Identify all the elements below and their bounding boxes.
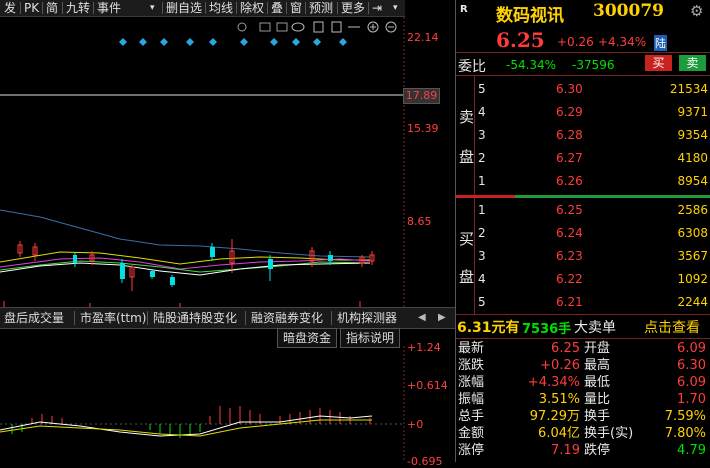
indicator-axis-2: +0.614 [407,379,448,392]
lock-icon[interactable] [276,22,288,32]
tab-scroll-left-icon[interactable]: ◀ [418,308,426,328]
settings-gear-icon[interactable]: ⚙ [690,2,703,20]
buy-level-5[interactable]: 5 6.21 2244 [456,291,710,313]
save-icon[interactable] [331,21,342,33]
buy-level-4[interactable]: 4 6.22 1092 [456,268,710,290]
latest-price: 6.25 [496,28,545,52]
tab-institution-detector[interactable]: 机构探测器 [337,308,397,328]
sell-level-1[interactable]: 1 6.26 8954 [456,170,710,192]
quote-row-amplitude: 振幅 3.51% 量比 1.70 [458,392,706,407]
stock-code: 300079 [593,1,664,21]
quote-panel: R 数码视讯 300079 ⚙ 6.25 +0.26 +4.34% 陆 委比 -… [456,0,710,462]
quote-row-turnover: 金额 6.04亿 换手(实) 7.80% [458,426,706,441]
toolbar-remove-favorite[interactable]: 删自选 [166,0,202,16]
toolbar-ex-rights[interactable]: 除权 [240,0,264,16]
toolbar-expand-icon[interactable]: ⇥ [372,0,382,16]
sell-level-3[interactable]: 3 6.28 9354 [456,124,710,146]
quote-row-limit: 涨停 7.19 跌停 4.79 [458,443,706,458]
chart-controls[interactable] [237,21,397,33]
view-big-order-link[interactable]: 点击查看 [644,317,700,337]
sell-button[interactable]: 卖 [679,55,706,71]
toolbar-simple[interactable]: 简 [46,0,58,16]
price-axis: 22.14 15.39 8.65 +1.24 +0.614 +0 -0.695 [405,17,455,468]
dark-pool-capital-button[interactable]: 暗盘资金 [277,328,337,348]
big-order-lots: 7536手 [522,322,572,337]
buy-level-2[interactable]: 2 6.24 6308 [456,222,710,244]
toolbar-more[interactable]: 更多 [341,0,365,16]
axis-label-top: 22.14 [407,31,439,44]
indicator-chart[interactable] [0,346,405,462]
buy-level-3[interactable]: 3 6.23 3567 [456,245,710,267]
axis-label-low: 8.65 [407,215,432,228]
kline-chart[interactable] [0,17,405,307]
chart-toolbar: 发 PK 简 九转 事件 ▾ 删自选 均线 除权 叠 窗 预测 更多 ⇥ ▾ [0,0,405,17]
eye-icon[interactable] [237,22,247,32]
big-order-amount: 6.31元有 [457,320,520,336]
tab-margin-trading[interactable]: 融资融券变化 [251,308,323,328]
indicator-tabbar: 盘后成交量 市盈率(ttm) 陆股通持股变化 融资融券变化 机构探测器 ◀ ▶ [0,307,455,329]
toolbar-overlay[interactable]: 叠 [271,0,283,16]
toolbar-events[interactable]: 事件 [97,0,121,16]
indicator-help-button[interactable]: 指标说明 [340,328,400,348]
current-price-tag: 17.89 [403,88,440,104]
toolbar-fa[interactable]: 发 [4,0,16,16]
toolbar-forecast[interactable]: 预测 [309,0,333,16]
candlesticks [17,239,375,291]
buy-button[interactable]: 买 [645,55,672,71]
sell-level-2[interactable]: 2 6.27 4180 [456,147,710,169]
delete-icon[interactable] [313,21,324,33]
window-icon[interactable] [259,22,271,32]
tab-northbound-holdings[interactable]: 陆股通持股变化 [153,308,237,328]
toolbar-jiuzhuan[interactable]: 九转 [66,0,90,16]
quote-row-change: 涨跌 +0.26 最高 6.30 [458,358,706,373]
tab-pe-ttm[interactable]: 市盈率(ttm) [80,308,146,328]
buy-level-1[interactable]: 1 6.25 2586 [456,199,710,221]
sell-buy-ratio-bar [456,195,515,198]
events-dropdown-icon[interactable]: ▾ [150,0,155,16]
toolbar-window[interactable]: 窗 [290,0,302,16]
view-icon[interactable] [291,22,305,32]
tab-after-hours-volume[interactable]: 盘后成交量 [4,308,64,328]
quote-row-volume: 总手 97.29万 换手 7.59% [458,409,706,424]
price-change: +0.26 [557,35,594,49]
price-change-pct: +4.34% [598,35,647,49]
r-badge: R [460,4,468,15]
quote-row-latest: 最新 6.25 开盘 6.09 [458,341,706,356]
toolbar-pk[interactable]: PK [24,0,39,16]
sell-level-4[interactable]: 4 6.29 9371 [456,101,710,123]
commission-label: 委比 [458,59,486,75]
commission-ratio: -54.34% [506,58,557,72]
indicator-axis-3: +0 [407,418,424,431]
market-tag: 陆 [654,35,667,51]
sell-level-5[interactable]: 5 6.30 21534 [456,78,710,100]
indicator-axis-1: +1.24 [407,341,441,354]
toolbar-dropdown-icon[interactable]: ▾ [393,0,398,16]
commission-diff: -37596 [572,58,615,72]
big-order-label: 大卖单 [574,320,616,336]
quote-row-change-pct: 涨幅 +4.34% 最低 6.09 [458,375,706,390]
stock-name: 数码视讯 [496,6,564,26]
tab-scroll-right-icon[interactable]: ▶ [438,308,446,328]
axis-label-mid: 15.39 [407,122,439,135]
event-markers[interactable] [119,38,347,46]
toolbar-moving-average[interactable]: 均线 [209,0,233,16]
